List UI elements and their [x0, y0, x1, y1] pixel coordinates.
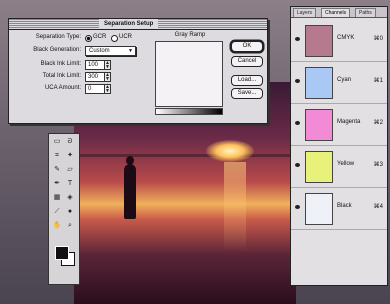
wand-icon[interactable]: ✦	[65, 152, 75, 160]
channel-shortcut: ⌘1	[373, 78, 383, 84]
ucr-radio[interactable]	[111, 35, 118, 42]
marquee-icon[interactable]: ▭	[52, 138, 62, 146]
foreground-color-swatch[interactable]	[55, 246, 69, 260]
black-ink-limit-label: Black Ink Limit:	[40, 61, 81, 67]
separation-type-row: Separation Type:	[17, 32, 81, 42]
sun-reflection	[224, 162, 246, 252]
text-icon[interactable]: T	[65, 180, 75, 188]
separation-setup-dialog: Separation Setup Separation Type: GCR UC…	[8, 18, 268, 124]
palette-tabs: Layers Channels Paths	[291, 7, 387, 18]
eye-icon[interactable]	[295, 79, 300, 83]
black-generation-label: Black Generation:	[33, 47, 81, 53]
eyedropper-icon[interactable]: ⟋	[52, 208, 62, 216]
black-generation-select[interactable]: Custom ▼	[85, 46, 136, 56]
channel-row[interactable]: Black ⌘4	[291, 189, 387, 230]
crop-icon[interactable]: ⌗	[52, 152, 62, 160]
gray-ramp-graph	[155, 41, 223, 107]
uca-amount-input[interactable]: 0	[85, 84, 105, 94]
black-ink-limit-stepper[interactable]: ▲ ▼	[104, 60, 111, 70]
cancel-button[interactable]: Cancel	[231, 56, 263, 67]
hand-icon[interactable]: ✋	[52, 222, 62, 230]
total-ink-limit-stepper[interactable]: ▲ ▼	[104, 72, 111, 82]
gray-ramp-title: Gray Ramp	[174, 32, 206, 38]
pen-icon[interactable]: ✒	[52, 180, 62, 188]
horizon-line	[74, 154, 296, 157]
eye-icon[interactable]	[295, 37, 300, 41]
channel-name: Black	[337, 203, 352, 209]
bucket-icon[interactable]: ◈	[65, 194, 75, 202]
channel-shortcut: ⌘3	[373, 162, 383, 168]
black-generation-row: Black Generation:	[17, 45, 81, 55]
save-button[interactable]: Save...	[231, 88, 263, 99]
blur-icon[interactable]: ●	[65, 208, 75, 216]
channel-name: Yellow	[337, 161, 355, 167]
channel-thumbnail	[305, 25, 333, 57]
channels-palette: Layers Channels Paths CMYK ⌘0 Cyan ⌘1 Magent…	[290, 6, 388, 286]
channel-name: Cyan	[337, 77, 352, 83]
zoom-icon[interactable]: ⌕	[65, 222, 75, 230]
uca-amount-row: UCA Amount:	[17, 83, 81, 93]
chevron-down-icon: ▼	[128, 48, 133, 54]
dialog-title: Separation Setup	[99, 19, 159, 29]
tab-channels[interactable]: Channels	[321, 8, 351, 17]
lasso-icon[interactable]: ᘐ	[65, 138, 75, 146]
channel-thumbnail	[305, 109, 333, 141]
black-ink-limit-row: Black Ink Limit:	[17, 59, 81, 69]
channel-row[interactable]: Cyan ⌘1	[291, 63, 387, 104]
gradient-icon[interactable]: ▦	[52, 194, 62, 202]
tab-paths[interactable]: Paths	[355, 8, 376, 17]
channel-thumbnail	[305, 67, 333, 99]
channel-thumbnail	[305, 193, 333, 225]
tab-layers[interactable]: Layers	[293, 8, 317, 17]
dialog-title-bar[interactable]: Separation Setup	[9, 19, 267, 30]
eye-icon[interactable]	[295, 121, 300, 125]
sun-glow	[206, 140, 254, 162]
channel-shortcut: ⌘2	[373, 120, 383, 126]
gcr-radio[interactable]	[85, 35, 92, 42]
toolbox: ▭ ᘐ ⌗ ✦ ✎ ▱ ✒ T ▦ ◈ ⟋ ● ✋ ⌕	[48, 133, 80, 285]
brush-icon[interactable]: ✎	[52, 166, 62, 174]
ucr-radio-label: UCR	[119, 34, 132, 40]
gcr-radio-label: GCR	[93, 34, 107, 40]
eye-icon[interactable]	[295, 163, 300, 167]
ok-button[interactable]: OK	[231, 41, 263, 52]
channel-row[interactable]: CMYK ⌘0	[291, 21, 387, 62]
total-ink-limit-label: Total Ink Limit:	[42, 73, 81, 79]
load-button[interactable]: Load...	[231, 75, 263, 86]
channel-shortcut: ⌘4	[373, 204, 383, 210]
uca-amount-stepper[interactable]: ▲ ▼	[104, 84, 111, 94]
channel-name: CMYK	[337, 35, 355, 41]
channel-row[interactable]: Yellow ⌘3	[291, 147, 387, 188]
channel-row[interactable]: Magenta ⌘2	[291, 105, 387, 146]
person-silhouette	[124, 164, 136, 219]
gray-ramp-bar	[155, 108, 223, 115]
black-ink-limit-input[interactable]: 100	[85, 60, 105, 70]
black-generation-value: Custom	[89, 48, 110, 54]
separation-type-label: Separation Type:	[35, 34, 81, 40]
channel-name: Magenta	[337, 119, 361, 125]
eraser-icon[interactable]: ▱	[65, 166, 75, 174]
total-ink-limit-row: Total Ink Limit:	[17, 71, 81, 81]
uca-amount-label: UCA Amount:	[44, 85, 81, 91]
channel-thumbnail	[305, 151, 333, 183]
eye-icon[interactable]	[295, 205, 300, 209]
channel-shortcut: ⌘0	[373, 36, 383, 42]
total-ink-limit-input[interactable]: 300	[85, 72, 105, 82]
